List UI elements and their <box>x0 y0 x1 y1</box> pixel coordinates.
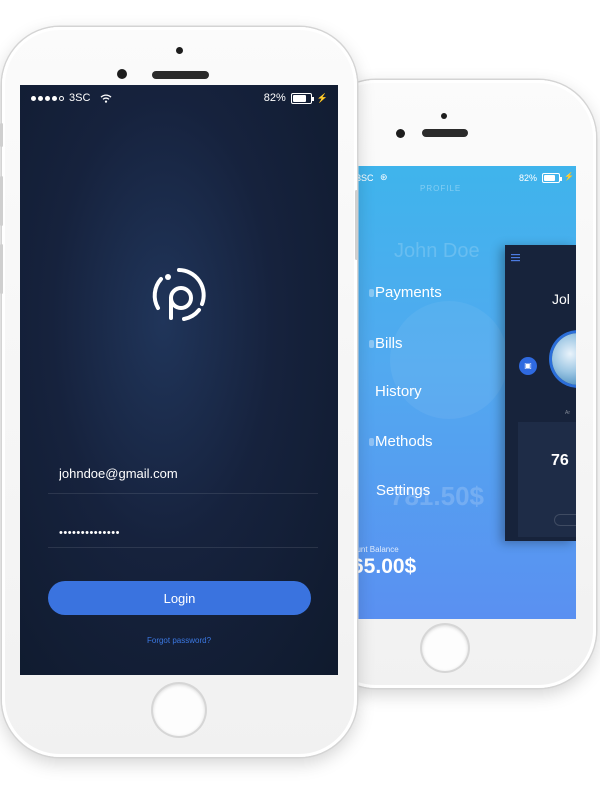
earpiece-speaker <box>152 71 209 79</box>
account-balance-value: 65.00$ <box>354 555 417 578</box>
menu-item-methods[interactable]: Methods <box>369 433 433 450</box>
front-camera <box>117 69 127 79</box>
proximity-sensor <box>441 113 447 119</box>
menu-item-label: Bills <box>375 335 403 352</box>
avatar[interactable] <box>552 333 576 385</box>
battery-icon <box>290 92 314 104</box>
menu-icon[interactable] <box>511 253 520 262</box>
charging-icon: ⚡ <box>316 92 328 103</box>
email-input[interactable] <box>48 466 329 481</box>
camera-icon[interactable]: ▣ <box>519 357 537 375</box>
menu-item-label: Methods <box>375 433 433 450</box>
signal-icon <box>59 96 64 101</box>
status-bar: 3SC 82% ⚡ <box>20 85 338 111</box>
carrier-label: 3SC <box>356 173 374 183</box>
menu-item-bills[interactable]: Bills <box>369 335 403 352</box>
card-action-button[interactable] <box>554 514 576 526</box>
volume-down-button[interactable] <box>0 244 3 294</box>
login-button[interactable]: Login <box>48 581 311 615</box>
login-screen: 3SC 82% ⚡ Login Forgot password? <box>20 85 338 675</box>
avatar-background <box>390 301 508 419</box>
home-button[interactable] <box>153 684 205 736</box>
volume-up-button[interactable] <box>0 176 3 226</box>
battery-icon <box>542 173 562 183</box>
battery-group: 82% ⚡ <box>264 92 328 104</box>
menu-item-label: History <box>375 383 422 400</box>
home-button[interactable] <box>422 625 468 671</box>
signal-icon <box>52 95 57 101</box>
balance-card-value: 76 <box>551 452 569 469</box>
mute-switch[interactable] <box>0 123 3 147</box>
proximity-sensor <box>176 47 183 54</box>
status-bar: 3SC ⊛ 82% ⚡ <box>354 166 576 188</box>
password-input[interactable] <box>48 527 329 539</box>
signal-icon <box>38 95 43 101</box>
menu-item-label: Payments <box>375 284 442 301</box>
menu-item-history[interactable]: History <box>375 383 422 400</box>
wifi-icon <box>100 93 112 103</box>
account-balance-label: ount Balance <box>354 545 399 554</box>
front-camera <box>396 129 405 138</box>
methods-icon <box>369 438 374 446</box>
avatar-caption: Ar <box>565 410 570 416</box>
power-button[interactable] <box>355 190 358 260</box>
balance-card: 76 <box>518 422 576 537</box>
menu-item-settings[interactable]: Settings <box>376 482 430 499</box>
email-field[interactable] <box>48 463 329 494</box>
wifi-icon: ⊛ <box>380 172 388 182</box>
signal-group: 3SC <box>31 92 112 104</box>
bills-icon <box>369 340 374 348</box>
profile-name-background: John Doe <box>394 240 480 262</box>
charging-icon: ⚡ <box>564 172 574 181</box>
battery-percent: 82% <box>519 173 538 183</box>
carrier-label: 3SC <box>69 92 91 104</box>
profile-panel: Jol ▣ Ar 76 <box>505 245 576 541</box>
forgot-password-link[interactable]: Forgot password? <box>20 636 338 645</box>
payments-icon <box>369 289 374 297</box>
battery-percent: 82% <box>263 92 286 104</box>
menu-screen: 3SC ⊛ 82% ⚡ PROFILE John Doe 781.50$ Pay… <box>354 166 576 619</box>
signal-icon <box>31 95 36 101</box>
password-field[interactable] <box>48 521 329 548</box>
signal-icon <box>45 95 50 101</box>
menu-item-payments[interactable]: Payments <box>369 284 442 301</box>
profile-name: Jol <box>552 291 570 307</box>
header-caption: PROFILE <box>420 184 462 193</box>
earpiece-speaker <box>422 129 468 137</box>
app-logo-icon <box>152 268 206 321</box>
menu-item-label: Settings <box>376 482 431 499</box>
